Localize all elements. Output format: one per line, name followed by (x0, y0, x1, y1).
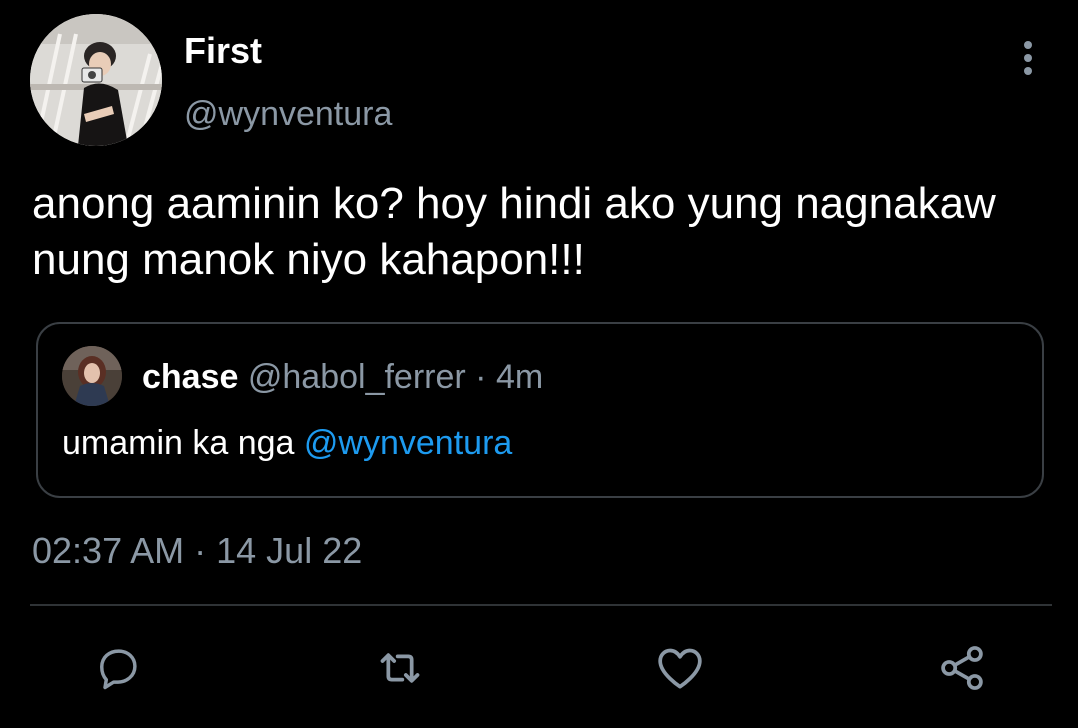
quoted-text: umamin ka nga @wynventura (62, 424, 512, 463)
like-button[interactable] (650, 638, 710, 698)
quoted-time: 4m (495, 358, 544, 396)
author-avatar-image (30, 14, 162, 146)
tweet-date[interactable]: 14 Jul 22 (216, 530, 362, 571)
reply-button[interactable] (88, 638, 148, 698)
tweet-text: anong aaminin ko? hoy hindi ako yung nag… (32, 179, 996, 284)
author-display-name[interactable]: First (184, 30, 262, 72)
quoted-mention-link[interactable]: @wynventura (304, 424, 512, 462)
more-options-button[interactable] (1008, 36, 1048, 80)
retweet-button[interactable] (370, 638, 430, 698)
divider (30, 604, 1052, 606)
quoted-avatar-image (62, 346, 122, 406)
heart-icon (658, 648, 702, 689)
reply-icon (100, 649, 137, 690)
quoted-text-body: umamin ka nga (62, 424, 295, 462)
author-handle[interactable]: @wynventura (184, 95, 392, 134)
tweet-time[interactable]: 02:37 AM (32, 530, 184, 571)
tweet-timestamp: 02:37 AM · 14 Jul 22 (32, 530, 362, 572)
quoted-tweet-card[interactable]: chase @habol_ferrer · 4m umamin ka nga @… (36, 322, 1044, 498)
quoted-handle[interactable]: @habol_ferrer (248, 358, 466, 396)
quoted-header: chase @habol_ferrer · 4m (142, 358, 543, 397)
quoted-avatar (62, 346, 122, 406)
more-vertical-icon (1024, 41, 1032, 75)
quoted-display-name[interactable]: chase (142, 358, 238, 396)
quoted-separator: · (475, 358, 487, 396)
share-icon (941, 646, 983, 690)
tweet-meta-separator: · (194, 530, 207, 571)
share-button[interactable] (932, 638, 992, 698)
author-avatar[interactable] (30, 14, 162, 146)
retweet-icon (380, 653, 420, 683)
